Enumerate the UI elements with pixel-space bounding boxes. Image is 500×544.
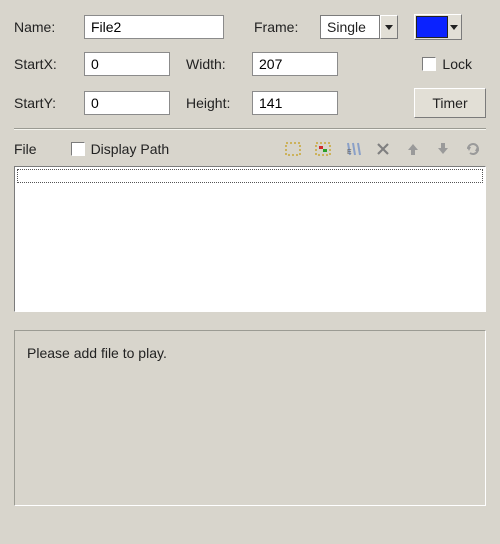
toolbar-icons: E [284, 140, 486, 158]
delete-icon[interactable] [374, 140, 392, 158]
label-height: Height: [186, 95, 252, 111]
chevron-down-icon [448, 16, 460, 38]
name-input[interactable] [84, 15, 224, 39]
select-color-icon[interactable] [314, 140, 332, 158]
preview-message: Please add file to play. [27, 345, 167, 361]
label-file: File [14, 141, 37, 157]
color-swatch [416, 16, 448, 38]
file-listbox[interactable] [14, 166, 486, 312]
preview-panel: Please add file to play. [14, 330, 486, 506]
lock-checkbox[interactable] [422, 57, 436, 71]
row-startx-width: StartX: Width: Lock [14, 52, 486, 76]
display-path-checkbox[interactable] [71, 142, 85, 156]
display-path-toggle[interactable]: Display Path [71, 141, 170, 157]
refresh-icon[interactable] [464, 140, 482, 158]
row-starty-height: StartY: Height: Timer [14, 88, 486, 118]
label-name: Name: [14, 19, 84, 35]
frame-select-value: Single [320, 15, 380, 39]
starty-input[interactable] [84, 91, 170, 115]
timer-button[interactable]: Timer [414, 88, 486, 118]
timer-button-label: Timer [432, 95, 467, 111]
color-picker[interactable] [414, 14, 462, 40]
select-rect-icon[interactable] [284, 140, 302, 158]
label-width: Width: [186, 56, 252, 72]
divider [14, 128, 486, 130]
listbox-selection-marker [17, 169, 483, 183]
label-startx: StartX: [14, 56, 84, 72]
row-name-frame: Name: Frame: Single [14, 14, 486, 40]
label-lock: Lock [442, 56, 472, 72]
svg-text:E: E [347, 149, 352, 156]
label-starty: StartY: [14, 95, 84, 111]
chevron-down-icon [380, 15, 398, 39]
frame-select[interactable]: Single [320, 15, 398, 39]
move-up-icon[interactable] [404, 140, 422, 158]
label-display-path: Display Path [91, 141, 170, 157]
height-input[interactable] [252, 91, 338, 115]
width-input[interactable] [252, 52, 338, 76]
label-frame: Frame: [254, 19, 320, 35]
effects-icon[interactable]: E [344, 140, 362, 158]
move-down-icon[interactable] [434, 140, 452, 158]
startx-input[interactable] [84, 52, 170, 76]
file-toolbar: File Display Path E [14, 140, 486, 158]
